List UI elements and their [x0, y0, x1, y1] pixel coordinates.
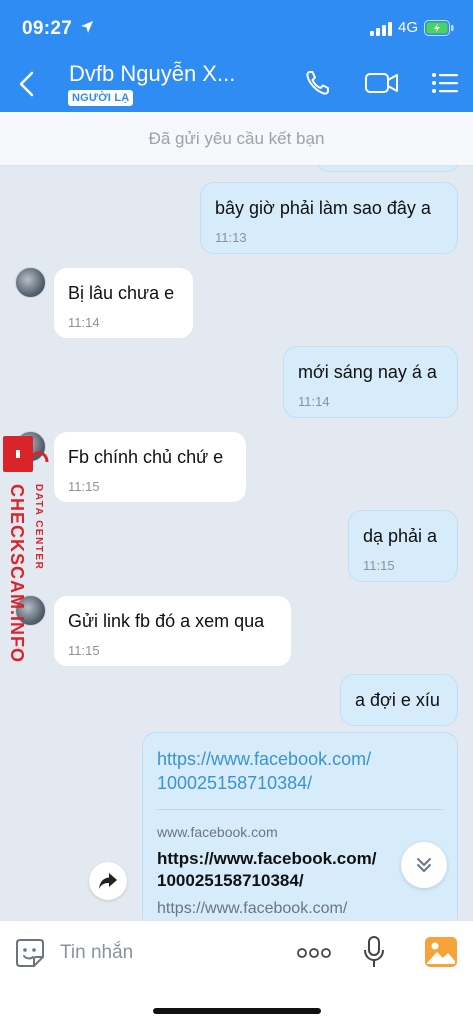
more-options-button[interactable]	[296, 946, 332, 965]
phone-icon	[306, 71, 329, 95]
double-chevron-down-icon	[417, 858, 431, 872]
message-text: Gửi link fb đó a xem qua	[68, 611, 265, 631]
message-incoming[interactable]: Fb chính chủ chứ e 11:15	[53, 431, 247, 503]
more-dots-icon	[297, 948, 331, 958]
message-text: dạ phải a	[363, 526, 438, 546]
voice-record-button[interactable]	[362, 935, 386, 974]
message-text: bây giờ phải làm sao đây a	[215, 198, 431, 218]
link-url-line2: 100025158710384/	[157, 773, 313, 793]
photo-button[interactable]	[425, 937, 457, 972]
message-text: mới sáng nay á a	[298, 362, 437, 382]
microphone-icon	[364, 936, 384, 967]
message-incoming[interactable]: Bị lâu chưa e 11:14	[53, 267, 194, 339]
link-title: https://www.facebook.com/ 10002515871038…	[157, 848, 443, 892]
link-title-line2: 100025158710384/	[157, 871, 304, 890]
link-preview-card[interactable]: https://www.facebook.com/ 10002515871038…	[142, 732, 458, 920]
location-arrow-icon	[80, 20, 94, 39]
link-url-repeat: https://www.facebook.com/	[157, 900, 348, 917]
back-button[interactable]	[14, 68, 42, 100]
sticker-icon	[16, 939, 44, 967]
signal-icon	[370, 22, 392, 41]
message-time: 11:13	[215, 230, 247, 245]
message-input-bar: Tin nhắn	[0, 920, 473, 1024]
call-button[interactable]	[303, 68, 333, 103]
video-call-button[interactable]	[364, 68, 400, 103]
scroll-to-bottom-button[interactable]	[401, 842, 447, 888]
link-domain: www.facebook.com	[157, 824, 278, 840]
network-type: 4G	[398, 19, 419, 36]
message-outgoing[interactable]: bây giờ phải làm sao đây a 11:13	[200, 182, 458, 254]
message-time: 11:15	[68, 643, 100, 658]
message-outgoing[interactable]: mới sáng nay á a 11:14	[283, 346, 458, 418]
message-time: 11:14	[68, 315, 100, 330]
status-bar: 09:27 4G	[0, 0, 473, 56]
message-bubble-partial	[318, 166, 458, 172]
sticker-button[interactable]	[14, 937, 46, 974]
video-camera-icon	[365, 73, 398, 93]
battery-icon	[424, 20, 454, 41]
contact-name[interactable]: Dvfb Nguyễn X...	[69, 61, 235, 87]
link-url[interactable]: https://www.facebook.com/ 10002515871038…	[157, 747, 443, 795]
home-indicator[interactable]	[153, 1008, 321, 1014]
message-incoming[interactable]: Gửi link fb đó a xem qua 11:15	[53, 595, 292, 667]
chat-messages[interactable]: bây giờ phải làm sao đây a 11:13 Bị lâu …	[0, 166, 473, 920]
share-button[interactable]	[89, 862, 127, 900]
message-time: 11:15	[363, 558, 395, 573]
link-url-line1: https://www.facebook.com/	[157, 749, 372, 769]
status-time: 09:27	[22, 18, 73, 39]
message-time: 11:14	[298, 394, 330, 409]
watermark-sub: DATA CENTER	[33, 484, 44, 571]
friend-request-banner[interactable]: Đã gửi yêu cầu kết bạn	[0, 112, 473, 166]
divider	[157, 809, 443, 810]
chat-header: 09:27 4G Dvfb Nguyễn X... NGƯỜI LẠ	[0, 0, 473, 112]
watermark: CHECKSCAM.INFO DATA CENTER	[3, 436, 51, 666]
share-arrow-icon	[99, 873, 117, 889]
message-text: Bị lâu chưa e	[68, 283, 175, 303]
lock-icon	[3, 436, 49, 472]
message-outgoing[interactable]: dạ phải a 11:15	[348, 510, 458, 582]
list-menu-icon	[432, 73, 458, 93]
image-gallery-icon	[425, 937, 457, 967]
chat-options-button[interactable]	[430, 68, 460, 103]
watermark-main: CHECKSCAM.INFO	[7, 484, 27, 663]
message-outgoing[interactable]: a đợi e xíu	[340, 674, 458, 726]
message-input[interactable]: Tin nhắn	[60, 942, 133, 964]
message-time: 11:15	[68, 479, 100, 494]
chevron-left-icon	[19, 71, 34, 97]
avatar[interactable]	[15, 267, 46, 298]
message-text: a đợi e xíu	[355, 690, 440, 710]
stranger-badge: NGƯỜI LẠ	[68, 90, 134, 106]
message-text: Fb chính chủ chứ e	[68, 447, 224, 467]
